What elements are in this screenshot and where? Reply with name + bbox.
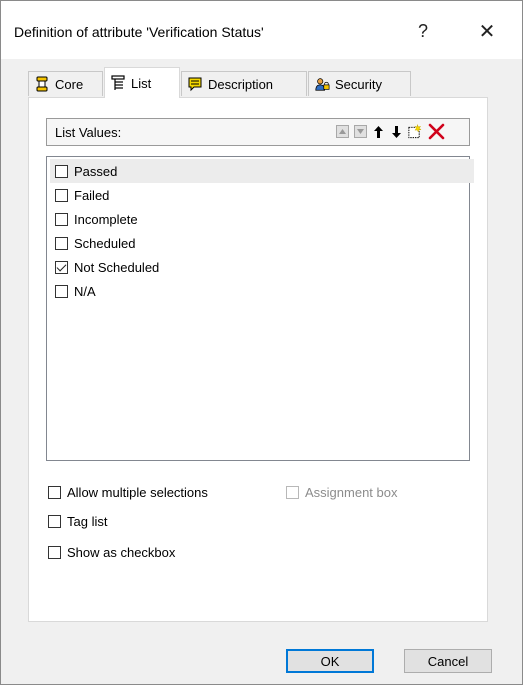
assignment-box-label: Assignment box: [305, 485, 398, 500]
move-down-icon: [392, 125, 401, 138]
list-item-checkbox[interactable]: [55, 284, 68, 298]
list-item-checkbox[interactable]: [55, 236, 68, 250]
tag-list-checkbox[interactable]: [48, 515, 61, 528]
close-icon: ✕: [478, 20, 496, 43]
tab-list-label: List: [131, 75, 152, 91]
list-item-label: Not Scheduled: [74, 259, 160, 275]
tab-core[interactable]: Core: [28, 71, 103, 96]
assignment-box-checkbox: [286, 486, 299, 499]
allow-multiple-checkbox[interactable]: [48, 486, 61, 499]
assignment-box-option: Assignment box: [286, 485, 398, 500]
help-button[interactable]: ?: [403, 16, 443, 46]
allow-multiple-label: Allow multiple selections: [67, 485, 208, 500]
list-item-checkbox[interactable]: [55, 188, 68, 202]
attribute-definition-dialog: Definition of attribute 'Verification St…: [0, 0, 523, 685]
move-bottom-icon: [354, 125, 367, 138]
show-as-checkbox-label: Show as checkbox: [67, 545, 176, 560]
list-item-na[interactable]: N/A: [50, 279, 468, 303]
list-values-header: List Values:: [46, 118, 470, 146]
title-bar: Definition of attribute 'Verification St…: [1, 1, 522, 59]
show-as-checkbox-option[interactable]: Show as checkbox: [48, 545, 175, 560]
tab-list[interactable]: List: [104, 67, 180, 98]
tag-list-option[interactable]: Tag list: [48, 514, 107, 529]
move-bottom-button[interactable]: [353, 124, 368, 139]
window-title: Definition of attribute 'Verification St…: [14, 24, 264, 40]
list-item-checkbox-checked[interactable]: [55, 260, 68, 274]
tag-list-label: Tag list: [67, 514, 108, 529]
list-item-passed[interactable]: Passed: [50, 159, 474, 183]
cancel-button[interactable]: Cancel: [404, 649, 492, 673]
list-item-checkbox[interactable]: [55, 164, 68, 178]
tab-security-label: Security: [335, 76, 382, 92]
list-item-label: Scheduled: [74, 235, 136, 251]
move-top-icon: [336, 125, 349, 138]
core-icon: [34, 76, 50, 92]
tab-core-label: Core: [55, 76, 84, 92]
list-item-label: N/A: [74, 283, 96, 299]
list-item-incomplete[interactable]: Incomplete: [50, 207, 468, 231]
list-item-checkbox[interactable]: [55, 212, 68, 226]
list-tab-panel: List Values: Passed Failed Incomplete Sc…: [28, 97, 488, 622]
list-item-label: Incomplete: [74, 211, 138, 227]
description-icon: [187, 76, 203, 92]
list-item-scheduled[interactable]: Scheduled: [50, 231, 468, 255]
list-item-label: Failed: [74, 187, 110, 203]
tab-description-label: Description: [208, 76, 274, 92]
move-top-button[interactable]: [335, 124, 350, 139]
allow-multiple-option[interactable]: Allow multiple selections: [48, 485, 208, 500]
new-item-button[interactable]: [407, 123, 422, 139]
delete-icon: [428, 123, 444, 139]
new-item-icon: [408, 123, 422, 138]
security-icon: [314, 76, 330, 92]
ok-button[interactable]: OK: [286, 649, 374, 673]
list-item-not-scheduled[interactable]: Not Scheduled: [50, 255, 468, 279]
tab-security[interactable]: Security: [308, 71, 411, 96]
move-up-icon: [374, 125, 383, 138]
list-item-label: Passed: [74, 163, 118, 179]
help-icon: ?: [417, 20, 428, 41]
close-button[interactable]: ✕: [467, 16, 507, 46]
list-icon: [110, 75, 126, 91]
move-down-button[interactable]: [389, 124, 404, 139]
list-values-box[interactable]: Passed Failed Incomplete Scheduled Not S…: [46, 156, 474, 461]
list-values-label: List Values:: [55, 125, 122, 140]
show-as-checkbox-checkbox[interactable]: [48, 546, 61, 559]
move-up-button[interactable]: [371, 124, 386, 139]
delete-button[interactable]: [427, 122, 445, 140]
tab-description[interactable]: Description: [181, 71, 307, 96]
list-item-failed[interactable]: Failed: [50, 183, 468, 207]
